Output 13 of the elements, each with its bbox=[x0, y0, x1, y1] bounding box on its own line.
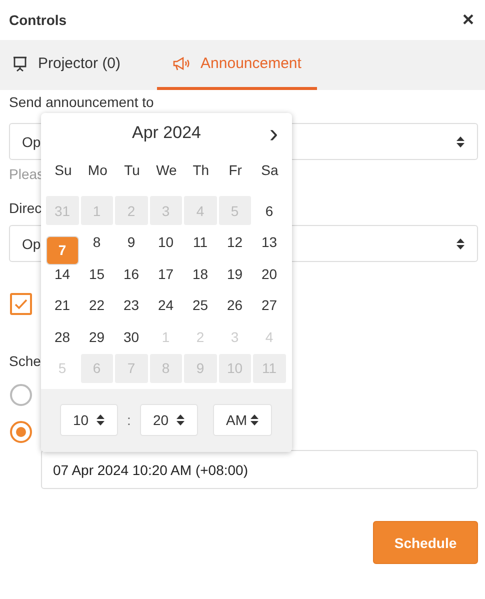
weekday-label: Mo bbox=[86, 162, 108, 178]
field-label: Sche bbox=[9, 353, 41, 369]
field-label: Send announcement to bbox=[9, 94, 154, 111]
month-title: Apr 2024 bbox=[132, 123, 201, 143]
weekday-label: Sa bbox=[260, 162, 280, 178]
weekday-label: We bbox=[155, 162, 178, 178]
weekday-label: Tu bbox=[123, 162, 141, 178]
weekday-label: Fr bbox=[228, 162, 243, 178]
time-separator: : bbox=[126, 412, 132, 428]
field-label: Direc bbox=[9, 200, 42, 217]
weekday-label: Su bbox=[54, 162, 73, 178]
weekday-label: Th bbox=[192, 162, 210, 178]
window-title: Controls bbox=[9, 12, 67, 28]
